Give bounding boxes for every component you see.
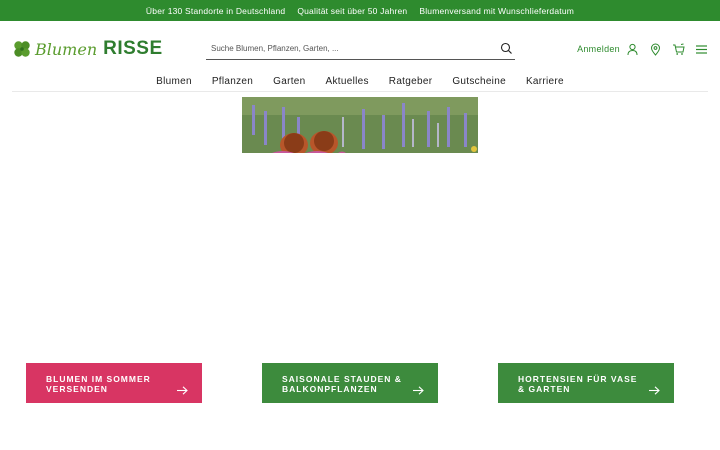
cta-summer-flowers[interactable]: Blumen im Sommer versenden	[26, 363, 202, 403]
arrow-right-icon	[413, 386, 424, 395]
nav-item-garten[interactable]: Garten	[273, 76, 305, 87]
login-label: Anmelden	[577, 44, 620, 54]
arrow-right-icon	[649, 386, 660, 395]
header-actions: Anmelden	[577, 41, 708, 57]
shopping-cart-icon[interactable]	[672, 43, 685, 56]
logo[interactable]: Blumen RISSE	[12, 38, 163, 59]
clover-icon	[14, 41, 30, 57]
cta-label: Hortensien für Vase & Garten	[518, 374, 638, 394]
nav-item-gutscheine[interactable]: Gutscheine	[452, 76, 506, 87]
search-icon[interactable]	[500, 42, 513, 55]
nav-item-aktuelles[interactable]: Aktuelles	[326, 76, 369, 87]
login-link[interactable]: Anmelden	[577, 43, 639, 56]
search-bar	[206, 38, 515, 60]
main-nav: Blumen Pflanzen Garten Aktuelles Ratgebe…	[12, 71, 708, 92]
user-icon	[626, 43, 639, 56]
promo-item-quality: Qualität seit über 50 Jahren	[297, 5, 408, 16]
location-pin-icon[interactable]	[649, 43, 662, 56]
promo-item-locations: Über 130 Standorte in Deutschland	[145, 5, 286, 16]
search-input[interactable]	[206, 44, 486, 53]
menu-icon[interactable]	[695, 43, 708, 56]
nav-item-ratgeber[interactable]: Ratgeber	[389, 76, 433, 87]
cta-seasonal-plants[interactable]: Saisonale Stauden & Balkonpflanzen	[262, 363, 438, 403]
promo-item-delivery: Blumenversand mit Wunschlieferdatum	[419, 5, 575, 16]
nav-item-karriere[interactable]: Karriere	[526, 76, 564, 87]
nav-item-pflanzen[interactable]: Pflanzen	[212, 76, 253, 87]
arrow-right-icon	[177, 386, 188, 395]
cta-label: Blumen im Sommer versenden	[46, 374, 151, 394]
promo-bar: Über 130 Standorte in Deutschland Qualit…	[0, 0, 720, 21]
cta-label: Saisonale Stauden & Balkonpflanzen	[282, 374, 402, 394]
logo-brand-text: RISSE	[103, 38, 163, 59]
site-header: Blumen RISSE Anmelden	[0, 21, 720, 71]
logo-script-text: Blumen	[35, 39, 98, 59]
cta-hydrangeas[interactable]: Hortensien für Vase & Garten	[498, 363, 674, 403]
nav-item-blumen[interactable]: Blumen	[156, 76, 192, 87]
hero-image	[242, 97, 478, 153]
